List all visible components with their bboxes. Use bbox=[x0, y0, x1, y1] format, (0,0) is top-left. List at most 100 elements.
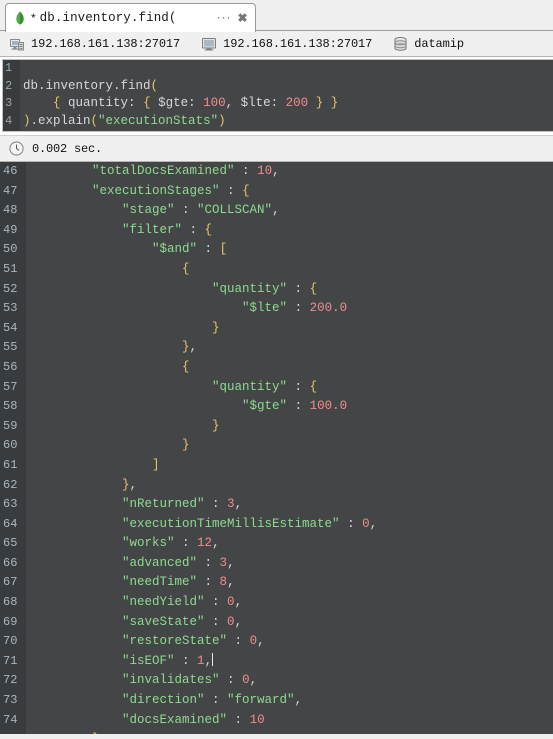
results-line[interactable]: 57 "quantity" : { bbox=[0, 377, 553, 398]
code-token: 0 bbox=[362, 516, 370, 531]
results-line-content: "executionStages" : { bbox=[26, 182, 250, 202]
results-line-number: 51 bbox=[0, 259, 26, 280]
results-line[interactable]: 61 ] bbox=[0, 455, 553, 476]
results-line-content: "advanced" : 3, bbox=[26, 554, 235, 574]
results-line[interactable]: 59 } bbox=[0, 416, 553, 437]
results-line-number: 55 bbox=[0, 338, 26, 358]
editor-line-content: { quantity: { $gte: 100, $lte: 200 } } bbox=[20, 95, 338, 113]
results-line[interactable]: 63 "nReturned" : 3, bbox=[0, 495, 553, 515]
results-pane[interactable]: 46 "totalDocsExamined" : 10, 47 "executio… bbox=[0, 162, 553, 734]
tab-close-icon[interactable]: ✖ bbox=[237, 12, 249, 24]
results-line[interactable]: 49 "filter" : { bbox=[0, 220, 553, 241]
results-line[interactable]: 47 "executionStages" : { bbox=[0, 181, 553, 202]
results-line-number: 63 bbox=[0, 495, 26, 515]
results-line[interactable]: 71 "isEOF" : 1, bbox=[0, 651, 553, 672]
results-line-number: 62 bbox=[0, 475, 26, 496]
code-token: : bbox=[204, 497, 228, 512]
results-line-number: 56 bbox=[0, 357, 26, 378]
code-token: } bbox=[212, 418, 220, 433]
editor-line[interactable]: 4).explain("executionStats") bbox=[3, 112, 553, 130]
code-token: : bbox=[287, 399, 310, 414]
tab-overflow-menu-icon[interactable]: ··· bbox=[217, 11, 232, 26]
results-line[interactable]: 68 "needYield" : 0, bbox=[0, 593, 553, 613]
results-line[interactable]: 50 "$and" : [ bbox=[0, 240, 553, 260]
connection-item-monitor[interactable]: 192.168.161.138:27017 bbox=[202, 37, 372, 51]
results-line[interactable]: 46 "totalDocsExamined" : 10, bbox=[0, 162, 553, 182]
results-line[interactable]: 55 }, bbox=[0, 338, 553, 358]
results-line[interactable]: 51 { bbox=[0, 259, 553, 280]
results-line[interactable]: 52 "quantity" : { bbox=[0, 279, 553, 300]
code-token: db.inventory.find bbox=[23, 78, 151, 93]
connection-label-host: 192.168.161.138:27017 bbox=[223, 36, 373, 51]
tab-db-inventory-find[interactable]: * db.inventory.find( ··· ✖ bbox=[5, 3, 256, 32]
results-line-number: 53 bbox=[0, 299, 26, 319]
code-token: "totalDocsExamined" bbox=[92, 164, 235, 178]
editor-line[interactable]: 3 { quantity: { $gte: 100, $lte: 200 } } bbox=[3, 95, 553, 113]
results-line-content: "filter" : { bbox=[26, 221, 212, 241]
results-line[interactable]: 66 "advanced" : 3, bbox=[0, 553, 553, 574]
results-line[interactable]: 54 } bbox=[0, 318, 553, 339]
results-line[interactable]: 64 "executionTimeMillisEstimate" : 0, bbox=[0, 514, 553, 535]
results-line[interactable]: 58 "$gte" : 100.0 bbox=[0, 397, 553, 417]
results-line-content: "$lte" : 200.0 bbox=[26, 299, 347, 319]
editor-line[interactable]: 2 db.inventory.find( bbox=[3, 77, 553, 96]
results-line-content: "needYield" : 0, bbox=[26, 593, 242, 613]
code-token: ( bbox=[90, 113, 99, 128]
code-token: { bbox=[53, 96, 61, 110]
connection-item-server[interactable]: 192.168.161.138:27017 bbox=[10, 37, 180, 51]
code-token: "quantity" bbox=[212, 281, 288, 296]
results-line[interactable]: 70 "restoreState" : 0, bbox=[0, 632, 553, 652]
results-line[interactable]: 62 }, bbox=[0, 475, 553, 496]
code-token: : bbox=[197, 242, 220, 257]
code-token: : bbox=[197, 575, 220, 590]
results-line[interactable]: 75 } bbox=[0, 730, 553, 734]
results-line[interactable]: 67 "needTime" : 8, bbox=[0, 573, 553, 594]
results-line-number: 64 bbox=[0, 514, 26, 535]
code-token: "$and" bbox=[152, 242, 198, 257]
results-line[interactable]: 72 "invalidates" : 0, bbox=[0, 671, 553, 692]
code-token: { bbox=[309, 379, 318, 394]
results-line-content: "totalDocsExamined" : 10, bbox=[26, 162, 280, 182]
query-editor[interactable]: 1 2 db.inventory.find(3 { quantity: { $gte… bbox=[2, 59, 553, 132]
results-line[interactable]: 69 "saveState" : 0, bbox=[0, 612, 553, 633]
results-line-content: "invalidates" : 0, bbox=[26, 671, 257, 691]
results-line-number: 72 bbox=[0, 671, 26, 692]
results-line[interactable]: 53 "$lte" : 200.0 bbox=[0, 299, 553, 319]
results-line-number: 66 bbox=[0, 553, 26, 574]
editor-line-content: db.inventory.find( bbox=[20, 78, 158, 96]
code-token: 1 bbox=[197, 653, 205, 668]
results-line[interactable]: 65 "works" : 12, bbox=[0, 534, 553, 554]
results-line[interactable]: 48 "stage" : "COLLSCAN", bbox=[0, 201, 553, 221]
tab-strip: * db.inventory.find( ··· ✖ bbox=[0, 0, 553, 32]
code-token: "direction" bbox=[122, 693, 205, 708]
results-line-number: 50 bbox=[0, 240, 26, 260]
code-token: : bbox=[204, 614, 228, 629]
results-line[interactable]: 74 "docsExamined" : 10 bbox=[0, 710, 553, 731]
results-line-number: 46 bbox=[0, 162, 26, 182]
results-line[interactable]: 56 { bbox=[0, 357, 553, 378]
results-line-content: "isEOF" : 1, bbox=[26, 652, 214, 672]
code-token: "docsExamined" bbox=[122, 712, 228, 727]
code-token: , bbox=[257, 634, 265, 649]
results-line-content: }, bbox=[26, 476, 137, 496]
editor-line[interactable]: 1 bbox=[3, 60, 553, 78]
results-code-area[interactable]: 46 "totalDocsExamined" : 10, 47 "executio… bbox=[0, 162, 553, 734]
code-token: : bbox=[227, 634, 250, 649]
connection-item-database[interactable]: datamip bbox=[394, 36, 464, 51]
results-line[interactable]: 60 } bbox=[0, 436, 553, 456]
code-token: : bbox=[219, 673, 243, 688]
results-line[interactable]: 73 "direction" : "forward", bbox=[0, 691, 553, 711]
editor-code-area[interactable]: 1 2 db.inventory.find(3 { quantity: { $gte… bbox=[3, 60, 553, 130]
results-line-number: 58 bbox=[0, 397, 26, 417]
